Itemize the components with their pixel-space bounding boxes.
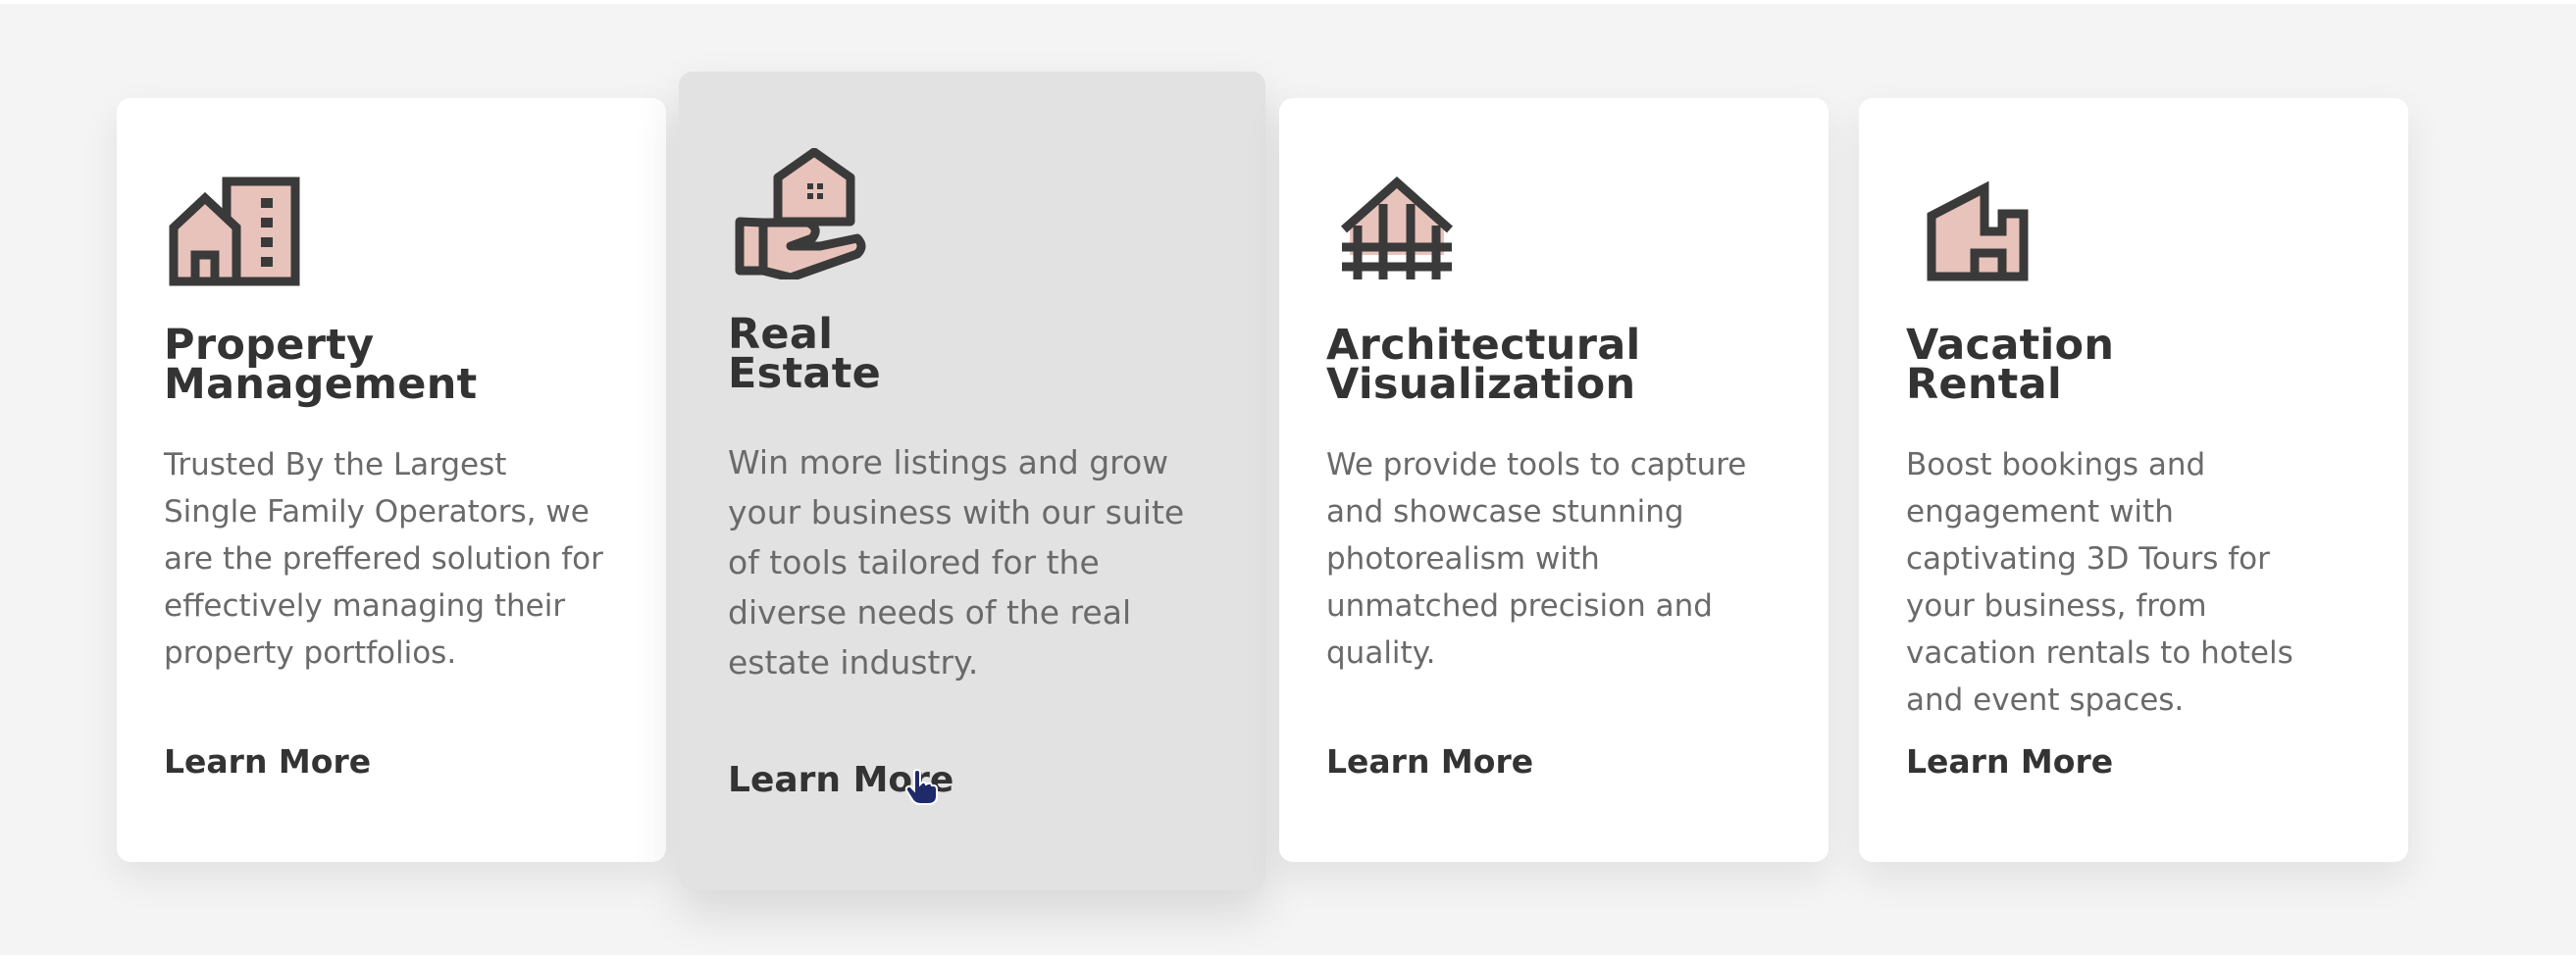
bottom-band	[0, 955, 2576, 961]
learn-more-link[interactable]: Learn More	[1906, 742, 2113, 782]
card-vacation-rental[interactable]: Vacation Rental Boost bookings and engag…	[1859, 98, 2408, 862]
card-title: Real Estate	[728, 310, 882, 398]
hand-cursor-icon	[904, 769, 938, 805]
card-architectural-visualization[interactable]: Architectural Visualization We provide t…	[1279, 98, 1829, 862]
card-title: Property Management	[164, 321, 478, 409]
framed-house-icon	[1341, 177, 1453, 279]
card-property-management[interactable]: Property Management Trusted By the Large…	[117, 98, 666, 862]
card-real-estate[interactable]: Real Estate Win more listings and grow y…	[679, 72, 1265, 890]
card-title: Architectural Visualization	[1326, 321, 1641, 409]
hotel-building-icon	[1927, 180, 2029, 281]
buildings-icon	[169, 177, 300, 286]
card-description: Win more listings and grow your business…	[728, 443, 1185, 682]
top-band	[0, 0, 2576, 4]
card-description: Boost bookings and engagement with capti…	[1906, 447, 2293, 718]
card-description: We provide tools to capture and showcase…	[1326, 447, 1747, 671]
learn-more-link[interactable]: Learn More	[1326, 742, 1533, 782]
house-in-hand-icon	[735, 148, 866, 279]
learn-more-link[interactable]: Learn More	[164, 742, 371, 782]
card-title: Vacation Rental	[1906, 321, 2115, 409]
card-description: Trusted By the Largest Single Family Ope…	[164, 447, 603, 671]
